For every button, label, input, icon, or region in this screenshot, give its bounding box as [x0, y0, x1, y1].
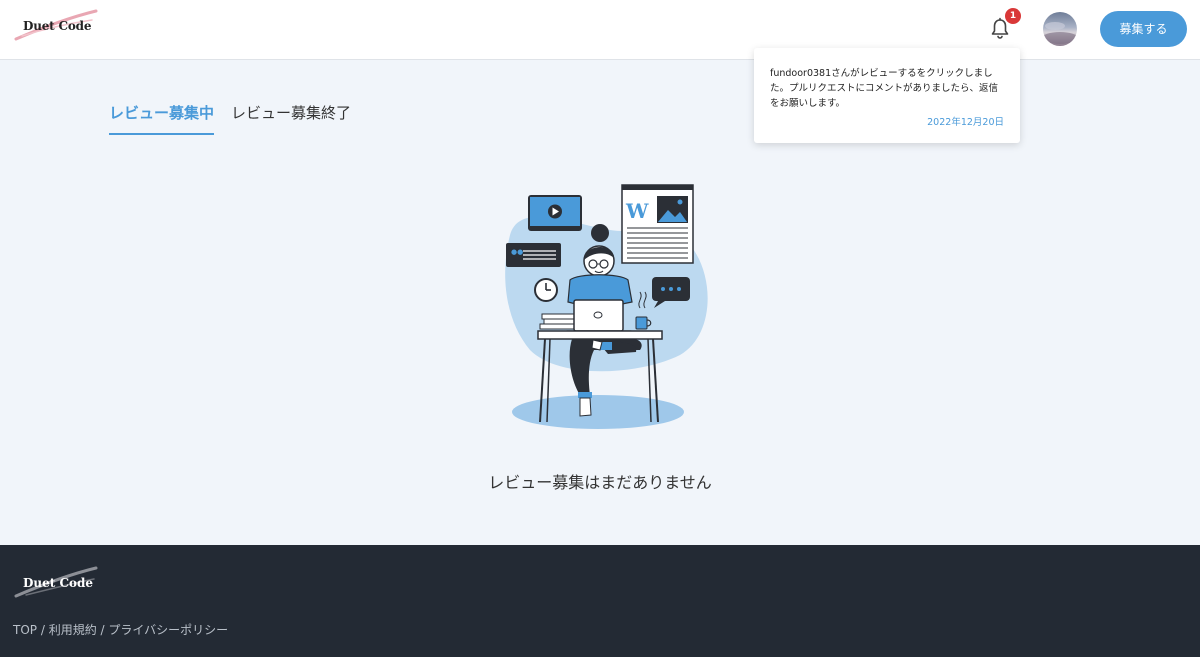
post-button[interactable]: 募集する — [1100, 11, 1187, 47]
video-card-icon — [528, 195, 582, 231]
footer-links: TOP / 利用規約 / プライバシーポリシー — [13, 621, 228, 638]
footer-link-privacy[interactable]: プライバシーポリシー — [108, 623, 228, 637]
footer: Duet Code TOP / 利用規約 / プライバシーポリシー — [0, 545, 1200, 657]
empty-state-illustration: ●● W — [505, 184, 708, 429]
footer-link-top[interactable]: TOP — [13, 623, 37, 637]
logo-text: Duet Code — [23, 19, 92, 33]
document-card-icon: W — [621, 184, 694, 264]
tab-review-closed[interactable]: レビュー募集終了 — [231, 101, 351, 135]
logo[interactable]: Duet Code — [12, 8, 102, 48]
notification-message: fundoor0381さんがレビューするをクリックしました。プルリクエストにコメ… — [770, 68, 999, 109]
footer-separator: / — [37, 623, 49, 637]
avatar-image — [1043, 22, 1077, 44]
notification-badge: 1 — [1005, 8, 1021, 24]
tab-review-open[interactable]: レビュー募集中 — [109, 101, 214, 135]
footer-logo-text: Duet Code — [23, 576, 94, 590]
clock-icon — [534, 278, 558, 302]
avatar[interactable] — [1043, 12, 1077, 46]
svg-text:W: W — [625, 199, 649, 223]
footer-separator: / — [96, 623, 109, 637]
footer-logo[interactable]: Duet Code — [12, 565, 102, 605]
header: Duet Code 1 募集する — [0, 0, 1200, 60]
text-card-icon: ●● — [506, 243, 561, 267]
notification-popup[interactable]: fundoor0381さんがレビューするをクリックしました。プルリクエストにコメ… — [754, 48, 1020, 143]
notification-date: 2022年12月20日 — [927, 117, 1004, 128]
empty-state-message: レビュー募集はまだありません — [488, 473, 712, 492]
footer-link-terms[interactable]: 利用規約 — [49, 623, 97, 637]
svg-text:●●: ●● — [511, 248, 523, 256]
